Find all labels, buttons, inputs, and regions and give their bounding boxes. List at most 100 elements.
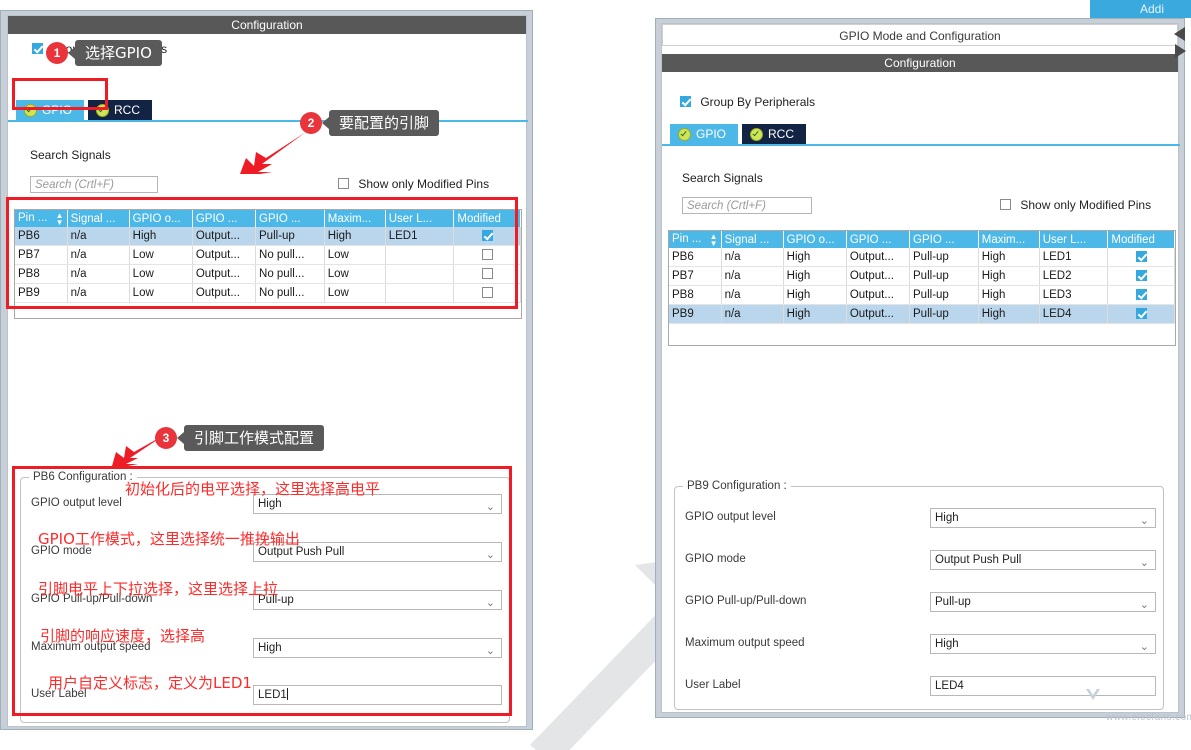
cell-user-label: LED4 bbox=[1039, 304, 1109, 324]
tab-rcc[interactable]: RCC bbox=[88, 100, 153, 120]
modified-checkbox[interactable] bbox=[1135, 307, 1147, 319]
tab-gpio-label: GPIO bbox=[696, 127, 727, 141]
cell-pin: PB7 bbox=[669, 266, 722, 286]
field-label: GPIO output level bbox=[31, 497, 122, 509]
show-only-modified-checkbox[interactable] bbox=[338, 178, 349, 189]
tab-gpio[interactable]: GPIO bbox=[670, 124, 739, 144]
col-max-speed[interactable]: Maxim... bbox=[978, 231, 1040, 248]
show-only-modified-checkbox[interactable] bbox=[1000, 199, 1011, 210]
col-gpio-pull[interactable]: GPIO ... bbox=[909, 231, 979, 248]
gpio-pull-combo[interactable]: Pull-up ⌄ bbox=[930, 592, 1156, 612]
col-modified[interactable]: Modified bbox=[453, 210, 521, 227]
watermark-logo-icon bbox=[1086, 689, 1100, 700]
table-row[interactable]: PB8 n/a Low Output... No pull... Low bbox=[15, 264, 521, 284]
callout-3: 引脚工作模式配置 bbox=[176, 425, 325, 451]
tab-underline bbox=[8, 120, 528, 122]
callout-badge-2: 2 bbox=[300, 112, 322, 134]
cell-output-level: High bbox=[129, 227, 193, 246]
cell-modified[interactable] bbox=[1107, 304, 1175, 324]
show-only-modified-label: Show only Modified Pins bbox=[1020, 198, 1152, 212]
cell-user-label bbox=[385, 245, 455, 265]
right-table-header-row: Pin ... ▲ ▼ Signal ... GPIO o... GPIO ... … bbox=[669, 231, 1175, 248]
col-modified[interactable]: Modified bbox=[1107, 231, 1175, 248]
cell-pin: PB6 bbox=[669, 248, 722, 267]
col-gpio-pull[interactable]: GPIO ... bbox=[255, 210, 325, 227]
col-pin[interactable]: Pin ... ▲ ▼ bbox=[15, 210, 68, 227]
cell-mode: Output... bbox=[846, 304, 911, 324]
cell-modified[interactable] bbox=[453, 264, 521, 284]
table-row[interactable]: PB7 n/a Low Output... No pull... Low bbox=[15, 245, 521, 265]
cell-pull: No pull... bbox=[255, 283, 325, 303]
left-table-header-row: Pin ... ▲ ▼ Signal ... GPIO o... GPIO ... … bbox=[15, 210, 521, 227]
group-by-peripherals-checkbox[interactable] bbox=[32, 43, 43, 54]
panel-collapse-arrows[interactable] bbox=[1172, 25, 1188, 61]
tab-rcc-label: RCC bbox=[114, 103, 141, 117]
check-circle-icon bbox=[24, 103, 37, 117]
callout-badge-1: 1 bbox=[46, 42, 68, 64]
cell-mode: Output... bbox=[192, 283, 257, 303]
table-row[interactable]: PB9 n/a High Output... Pull-up High LED4 bbox=[669, 304, 1175, 324]
cell-pull: Pull-up bbox=[909, 266, 979, 286]
user-label-value: LED4 bbox=[935, 680, 964, 692]
cell-modified[interactable] bbox=[453, 227, 521, 246]
right-group-by-peripherals-row[interactable]: Group By Peripherals bbox=[680, 95, 815, 109]
red-arrow-to-table bbox=[240, 132, 306, 174]
left-search-input[interactable]: Search (Crtl+F) bbox=[30, 176, 158, 193]
group-by-peripherals-label: Group By Peripherals bbox=[700, 95, 816, 109]
col-pin[interactable]: Pin ... ▲ ▼ bbox=[669, 231, 722, 248]
cell-signal: n/a bbox=[67, 227, 130, 246]
right-pins-table[interactable]: Pin ... ▲ ▼ Signal ... GPIO o... GPIO ... … bbox=[669, 231, 1175, 324]
gpio-mode-combo[interactable]: Output Push Pull ⌄ bbox=[930, 550, 1156, 570]
right-search-input[interactable]: Search (Crtl+F) bbox=[682, 197, 812, 214]
cell-modified[interactable] bbox=[1107, 248, 1175, 267]
user-label-input[interactable]: LED4 bbox=[930, 676, 1156, 696]
gpio-mode-and-configuration-bar: GPIO Mode and Configuration bbox=[662, 24, 1178, 46]
modified-checkbox[interactable] bbox=[481, 286, 493, 298]
cell-modified[interactable] bbox=[453, 245, 521, 265]
tab-rcc[interactable]: RCC bbox=[742, 124, 807, 144]
group-by-peripherals-checkbox[interactable] bbox=[680, 96, 691, 107]
col-gpio-output[interactable]: GPIO o... bbox=[783, 231, 847, 248]
modified-checkbox[interactable] bbox=[1135, 269, 1147, 281]
tab-gpio[interactable]: GPIO bbox=[16, 100, 85, 120]
cell-pull: No pull... bbox=[255, 245, 325, 265]
max-output-speed-combo[interactable]: High ⌄ bbox=[253, 638, 502, 658]
col-max-speed[interactable]: Maxim... bbox=[324, 210, 386, 227]
left-show-only-modified-row[interactable]: Show only Modified Pins bbox=[338, 177, 489, 191]
left-pins-table[interactable]: Pin ... ▲ ▼ Signal ... GPIO o... GPIO ... … bbox=[15, 210, 521, 303]
modified-checkbox[interactable] bbox=[481, 267, 493, 279]
col-gpio-mode[interactable]: GPIO ... bbox=[192, 210, 257, 227]
col-signal[interactable]: Signal ... bbox=[721, 231, 784, 248]
sort-arrows-icon[interactable]: ▲ ▼ bbox=[56, 211, 64, 226]
cell-modified[interactable] bbox=[453, 283, 521, 303]
cell-modified[interactable] bbox=[1107, 285, 1175, 305]
table-row[interactable]: PB6 n/a High Output... Pull-up High LED1 bbox=[15, 227, 521, 246]
right-top-ribbon-text: Addi bbox=[1140, 2, 1165, 16]
gpio-pull-combo[interactable]: Pull-up ⌄ bbox=[253, 590, 502, 610]
tab-underline bbox=[662, 144, 1180, 146]
table-row[interactable]: PB9 n/a Low Output... No pull... Low bbox=[15, 283, 521, 303]
gpio-output-level-combo[interactable]: High ⌄ bbox=[930, 508, 1156, 528]
modified-checkbox[interactable] bbox=[1135, 288, 1147, 300]
table-row[interactable]: PB6 n/a High Output... Pull-up High LED1 bbox=[669, 248, 1175, 267]
cell-modified[interactable] bbox=[1107, 266, 1175, 286]
modified-checkbox[interactable] bbox=[1135, 250, 1147, 262]
chevron-down-icon: ⌄ bbox=[485, 597, 495, 609]
sort-arrows-icon[interactable]: ▲ ▼ bbox=[710, 232, 718, 247]
modified-checkbox[interactable] bbox=[481, 248, 493, 260]
col-gpio-mode[interactable]: GPIO ... bbox=[846, 231, 911, 248]
modified-checkbox[interactable] bbox=[481, 229, 493, 241]
table-row[interactable]: PB7 n/a High Output... Pull-up High LED2 bbox=[669, 266, 1175, 286]
right-show-only-modified-row[interactable]: Show only Modified Pins bbox=[1000, 198, 1151, 212]
table-row[interactable]: PB8 n/a High Output... Pull-up High LED3 bbox=[669, 285, 1175, 305]
red-note-user-label: 用户自定义标志，定义为LED1 bbox=[48, 674, 252, 692]
col-signal[interactable]: Signal ... bbox=[67, 210, 130, 227]
col-gpio-output[interactable]: GPIO o... bbox=[129, 210, 193, 227]
user-label-input[interactable]: LED1 bbox=[253, 685, 502, 705]
field-label: GPIO output level bbox=[685, 511, 776, 523]
col-user-label[interactable]: User L... bbox=[1039, 231, 1109, 248]
col-user-label[interactable]: User L... bbox=[385, 210, 455, 227]
max-output-speed-combo[interactable]: High ⌄ bbox=[930, 634, 1156, 654]
col-pin-label: Pin ... bbox=[18, 211, 48, 224]
cell-user-label: LED1 bbox=[385, 227, 455, 246]
